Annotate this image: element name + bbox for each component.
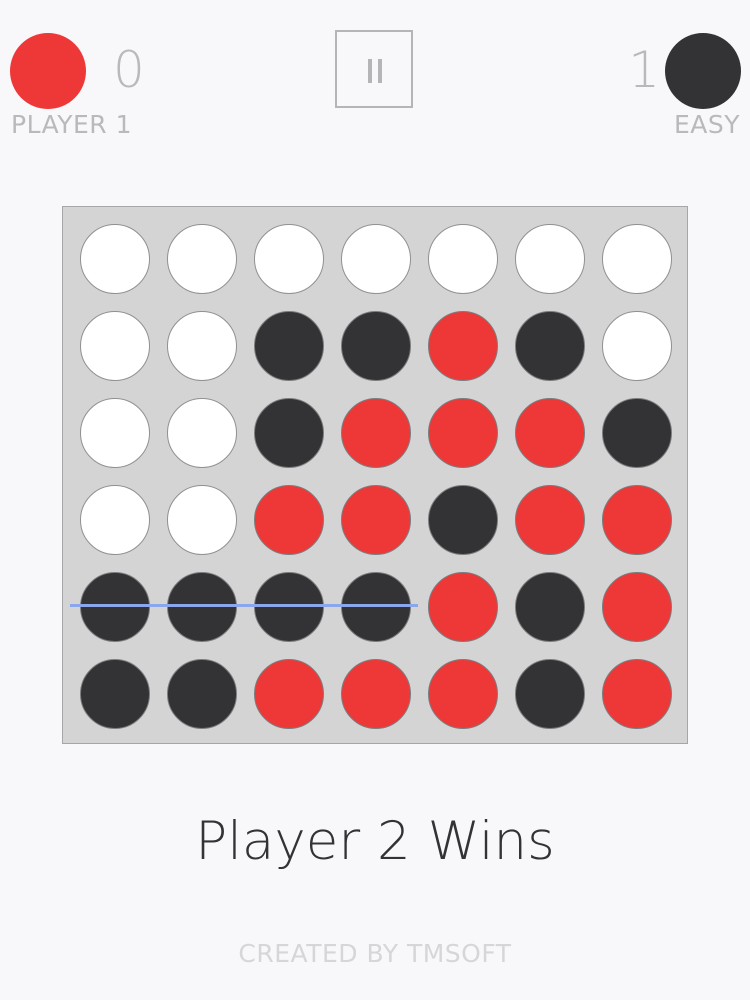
board-slot-r3-c1[interactable] [80, 398, 150, 468]
pause-button[interactable] [335, 30, 413, 108]
board-slot-r2-c2[interactable] [167, 311, 237, 381]
board-slot-r5-c2[interactable] [167, 572, 237, 642]
board-slot-r1-c4[interactable] [341, 224, 411, 294]
board-slot-r4-c1[interactable] [80, 485, 150, 555]
board-slot-r4-c3[interactable] [254, 485, 324, 555]
board-slot-r1-c1[interactable] [80, 224, 150, 294]
board-slot-r5-c5[interactable] [428, 572, 498, 642]
board-slot-r2-c1[interactable] [80, 311, 150, 381]
board-slot-r4-c6[interactable] [515, 485, 585, 555]
player2-label: EASY [673, 110, 740, 139]
board-slot-r6-c3[interactable] [254, 659, 324, 729]
board-slot-r4-c4[interactable] [341, 485, 411, 555]
pause-icon-bar-right [378, 59, 382, 83]
player1-score: 0 [113, 41, 145, 99]
board-slot-r3-c4[interactable] [341, 398, 411, 468]
board-slot-r2-c6[interactable] [515, 311, 585, 381]
player2-disc [665, 33, 741, 109]
board-slot-r2-c5[interactable] [428, 311, 498, 381]
game-board [62, 206, 688, 744]
board-slot-r2-c7[interactable] [602, 311, 672, 381]
board-slot-r5-c4[interactable] [341, 572, 411, 642]
board-slot-r1-c3[interactable] [254, 224, 324, 294]
result-message: Player 2 Wins [195, 811, 555, 872]
board-slot-r1-c5[interactable] [428, 224, 498, 294]
board-slot-r2-c3[interactable] [254, 311, 324, 381]
board-slot-r3-c6[interactable] [515, 398, 585, 468]
board-slot-r5-c1[interactable] [80, 572, 150, 642]
board-slot-r6-c7[interactable] [602, 659, 672, 729]
board-slot-r3-c5[interactable] [428, 398, 498, 468]
board-slot-r5-c3[interactable] [254, 572, 324, 642]
player1-disc [10, 33, 86, 109]
board-slot-r6-c4[interactable] [341, 659, 411, 729]
board-slot-r3-c7[interactable] [602, 398, 672, 468]
board-slot-r5-c7[interactable] [602, 572, 672, 642]
board-slot-r6-c5[interactable] [428, 659, 498, 729]
winning-line [70, 604, 418, 607]
board-slot-r1-c2[interactable] [167, 224, 237, 294]
pause-icon-bar-left [368, 59, 372, 83]
board-slot-r4-c5[interactable] [428, 485, 498, 555]
board-slot-r1-c6[interactable] [515, 224, 585, 294]
board-slot-r4-c2[interactable] [167, 485, 237, 555]
board-slot-r6-c6[interactable] [515, 659, 585, 729]
player2-score: 1 [628, 41, 660, 99]
board-slot-r2-c4[interactable] [341, 311, 411, 381]
credit-text: CREATED BY TMSOFT [238, 939, 512, 968]
board-slot-r3-c2[interactable] [167, 398, 237, 468]
board-slot-r5-c6[interactable] [515, 572, 585, 642]
player1-label: PLAYER 1 [11, 110, 133, 139]
board-slot-r4-c7[interactable] [602, 485, 672, 555]
board-slot-r6-c1[interactable] [80, 659, 150, 729]
board-slot-r6-c2[interactable] [167, 659, 237, 729]
board-slot-r3-c3[interactable] [254, 398, 324, 468]
board-slot-r1-c7[interactable] [602, 224, 672, 294]
